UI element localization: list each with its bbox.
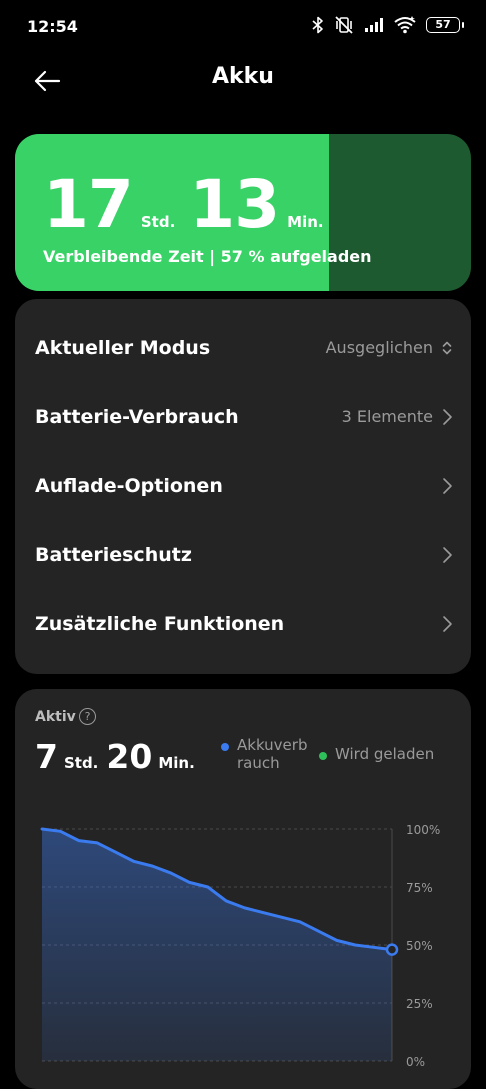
chevron-right-icon (441, 615, 453, 633)
y-tick-label: 100% (406, 823, 440, 837)
remaining-time: 17 Std. 13 Min. (43, 172, 338, 238)
current-level-marker (387, 945, 397, 955)
minutes-unit: Min. (287, 213, 323, 231)
chevron-right-icon (441, 546, 453, 564)
setting-current-mode[interactable]: Aktueller Modus Ausgeglichen (15, 313, 471, 382)
remaining-hours: 17 (43, 172, 133, 238)
hours-unit: Std. (141, 213, 175, 231)
setting-charging-options[interactable]: Auflade-Optionen (15, 451, 471, 520)
chevron-right-icon (441, 408, 453, 426)
y-tick-label: 75% (406, 881, 433, 895)
bluetooth-icon (312, 16, 324, 34)
battery-indicator: 57 (426, 17, 460, 33)
additional-functions-label: Zusätzliche Funktionen (35, 613, 284, 635)
battery-usage-chart-card: Aktiv ? 7 Std. 20 Min. Akkuverb rauch Wi… (15, 689, 471, 1089)
current-mode-label: Aktueller Modus (35, 337, 210, 359)
setting-additional-functions[interactable]: Zusätzliche Funktionen (15, 589, 471, 658)
chevron-right-icon (441, 477, 453, 495)
setting-battery-usage[interactable]: Batterie-Verbrauch 3 Elemente (15, 382, 471, 451)
usage-area (42, 829, 392, 1061)
battery-level-chart: 100% 75% 50% 25% 0% (15, 689, 471, 1089)
battery-remaining-card: 17 Std. 13 Min. Verbleibende Zeit | 57 %… (15, 134, 471, 291)
wifi-icon (394, 16, 416, 34)
battery-usage-value: 3 Elemente (342, 407, 433, 426)
signal-icon (364, 17, 384, 33)
header: Akku (0, 56, 486, 108)
status-time: 12:54 (27, 17, 78, 36)
y-tick-label: 25% (406, 997, 433, 1011)
vibrate-off-icon (334, 16, 354, 34)
setting-battery-protection[interactable]: Batterieschutz (15, 520, 471, 589)
status-bar: 12:54 57 (0, 0, 486, 56)
updown-chevron-icon (441, 339, 453, 357)
y-tick-label: 0% (406, 1055, 425, 1069)
battery-settings-list: Aktueller Modus Ausgeglichen Batterie-Ve… (15, 299, 471, 674)
remaining-minutes: 13 (189, 172, 279, 238)
charging-options-label: Auflade-Optionen (35, 475, 223, 497)
battery-protection-label: Batterieschutz (35, 544, 192, 566)
status-icons: 57 (312, 16, 460, 34)
remaining-subtitle: Verbleibende Zeit | 57 % aufgeladen (43, 247, 372, 266)
page-title: Akku (0, 64, 486, 89)
y-tick-label: 50% (406, 939, 433, 953)
current-mode-value: Ausgeglichen (326, 338, 433, 357)
battery-usage-label: Batterie-Verbrauch (35, 406, 239, 428)
